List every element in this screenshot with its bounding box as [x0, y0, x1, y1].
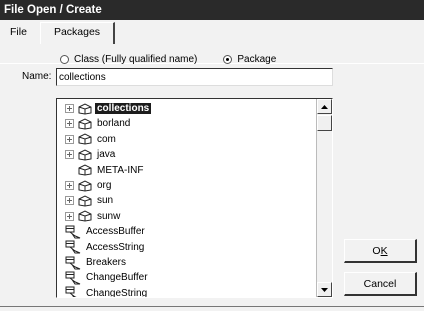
plus-box-icon[interactable]: [65, 181, 74, 190]
tree-item-accessbuffer[interactable]: AccessBuffer: [57, 224, 147, 239]
package-tree[interactable]: collections borland com java META-INF org sun s…: [56, 98, 333, 298]
tab-bar: File Packages: [0, 20, 424, 64]
tree-item-label: java: [97, 149, 116, 161]
tree-item-org[interactable]: org: [57, 178, 113, 193]
tree-item-label: ChangeBuffer: [86, 272, 148, 284]
class-icon: [65, 240, 81, 254]
tree-item-label: collections: [95, 103, 152, 114]
ok-label: O: [372, 245, 381, 257]
tree-item-collections[interactable]: collections: [57, 101, 152, 116]
package-tree-list: collections borland com java META-INF org sun s…: [57, 99, 316, 297]
package-icon: [78, 102, 92, 115]
radio-class-label: Class (Fully qualified name): [74, 53, 198, 65]
plus-box-icon[interactable]: [65, 104, 74, 113]
ok-button[interactable]: OK: [344, 239, 417, 263]
name-input[interactable]: [56, 68, 333, 86]
package-icon: [78, 133, 92, 145]
scroll-down-button[interactable]: [317, 282, 332, 297]
tree-item-label: sunw: [97, 210, 121, 222]
radio-class[interactable]: Class (Fully qualified name): [60, 54, 197, 65]
tree-item-breakers[interactable]: Breakers: [57, 255, 128, 270]
tree-item-label: ChangeString: [86, 287, 148, 298]
tree-item-sun[interactable]: sun: [57, 193, 115, 208]
window-title: File Open / Create: [0, 0, 424, 20]
tree-scrollbar[interactable]: [316, 99, 332, 297]
tree-item-label: sun: [97, 195, 114, 207]
tree-item-changebuffer[interactable]: ChangeBuffer: [57, 270, 150, 285]
radio-package[interactable]: Package: [223, 54, 276, 65]
class-icon: [65, 256, 81, 270]
plus-box-icon[interactable]: [65, 134, 74, 144]
radio-package-label: Package: [237, 53, 277, 65]
package-icon: [78, 210, 92, 222]
radio-package-dot[interactable]: [223, 54, 233, 64]
class-icon: [65, 225, 81, 239]
search-mode-radio-group: Class (Fully qualified name) Package: [60, 52, 302, 66]
tree-item-accessstring[interactable]: AccessString: [57, 240, 146, 255]
plus-box-icon[interactable]: [65, 196, 74, 206]
ok-accelerator: K: [380, 245, 388, 257]
tree-item-label: com: [97, 133, 116, 145]
tree-item-changestring[interactable]: ChangeString: [57, 286, 149, 298]
tree-item-meta-inf[interactable]: META-INF: [57, 163, 145, 178]
tree-item-java[interactable]: java: [57, 147, 117, 162]
tree-item-label: Breakers: [86, 257, 127, 268]
plus-box-icon[interactable]: [65, 211, 74, 221]
cancel-button[interactable]: Cancel: [344, 272, 417, 296]
tree-item-label: META-INF: [97, 164, 144, 176]
tree-item-label: AccessString: [86, 241, 145, 253]
package-icon: [78, 164, 92, 176]
scroll-thumb[interactable]: [317, 115, 332, 131]
package-icon: [78, 118, 92, 130]
class-icon: [65, 286, 81, 297]
tree-item-com[interactable]: com: [57, 132, 118, 147]
plus-box-icon[interactable]: [65, 150, 74, 160]
tree-item-label: org: [97, 180, 112, 191]
window-bottom-border: [0, 306, 424, 307]
tree-item-label: AccessBuffer: [86, 226, 145, 238]
name-label: Name:: [22, 71, 52, 82]
class-icon: [65, 271, 81, 285]
tab-packages[interactable]: Packages: [40, 22, 115, 44]
package-icon: [78, 179, 92, 192]
tree-item-sunw[interactable]: sunw: [57, 209, 122, 224]
triangle-down-icon: [321, 287, 328, 292]
tree-item-label: borland: [97, 118, 131, 130]
plus-box-icon[interactable]: [65, 119, 74, 129]
package-icon: [78, 195, 92, 207]
triangle-up-icon: [321, 104, 328, 109]
package-icon: [78, 149, 92, 161]
radio-class-dot[interactable]: [60, 54, 69, 64]
tab-file[interactable]: File: [4, 24, 33, 44]
tree-item-borland[interactable]: borland: [57, 116, 132, 131]
scroll-up-button[interactable]: [317, 99, 332, 114]
